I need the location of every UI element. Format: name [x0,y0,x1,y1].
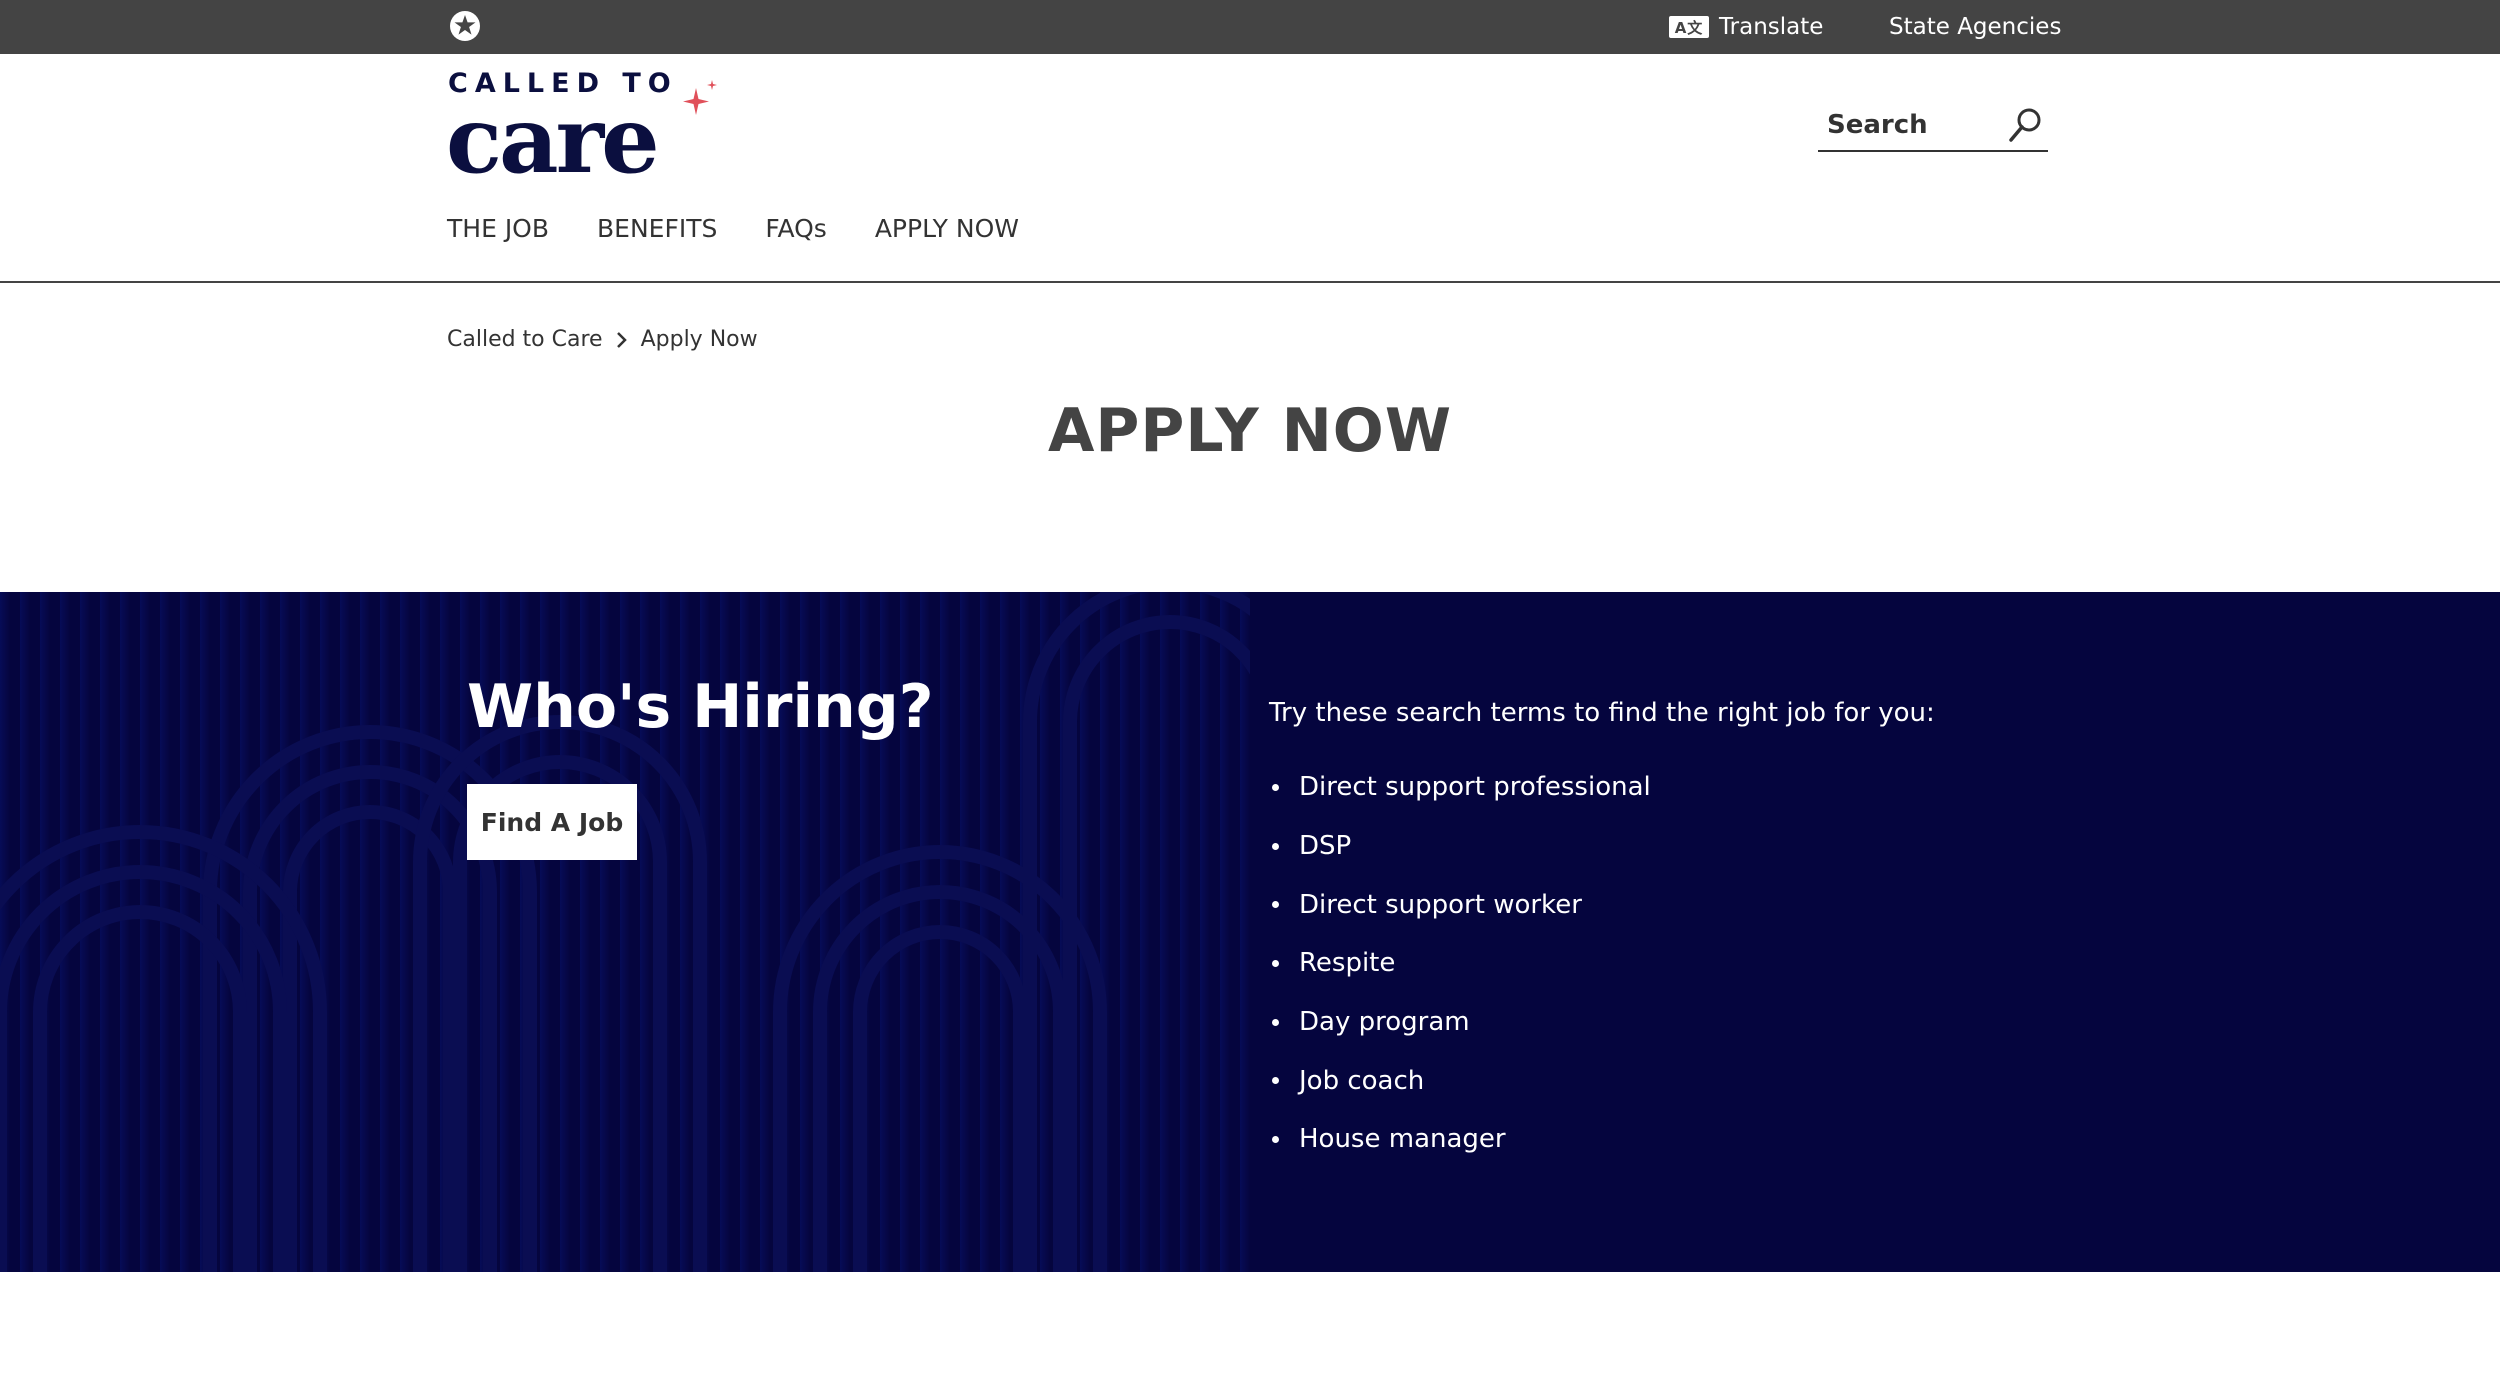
list-item: House manager [1269,1110,1651,1169]
whos-hiring-heading: Who's Hiring? [467,672,934,742]
nav-item-apply-now[interactable]: APPLY NOW [875,214,1019,243]
list-item: DSP [1269,817,1651,876]
find-a-job-button[interactable]: Find A Job [467,784,637,860]
translate-link[interactable]: A文 Translate [1669,9,1823,45]
breadcrumb-current: Apply Now [640,327,758,352]
chevron-right-icon [616,331,627,348]
search-button[interactable] [2002,102,2048,148]
breadcrumb-home-link[interactable]: Called to Care [447,327,603,352]
list-item: Job coach [1269,1051,1651,1110]
search-input[interactable] [1818,110,1997,140]
list-item: Respite [1269,934,1651,993]
main-nav: THE JOB BENEFITS FAQs APPLY NOW [447,214,1019,243]
page-title: APPLY NOW [1047,396,1452,466]
nav-divider [0,281,2500,283]
search-icon [2009,108,2041,142]
nav-item-benefits[interactable]: BENEFITS [597,214,717,243]
state-seal-icon[interactable] [448,9,482,43]
logo-line-2: care [446,86,660,194]
search-box [1818,100,2048,152]
sparkle-icon [683,80,717,115]
translate-label: Translate [1719,14,1824,40]
nav-item-the-job[interactable]: THE JOB [447,214,549,243]
nav-item-faqs[interactable]: FAQs [765,214,826,243]
search-terms-intro: Try these search terms to find the right… [1269,698,1935,728]
state-agencies-link[interactable]: State Agencies [1889,9,2061,45]
whos-hiring-section: Who's Hiring? Find A Job Try these searc… [0,592,2500,1272]
utility-bar: A文 Translate State Agencies [0,0,2500,54]
list-item: Direct support professional [1269,758,1651,817]
breadcrumb: Called to Care Apply Now [447,327,758,352]
search-terms-list: Direct support professional DSP Direct s… [1269,758,1651,1169]
list-item: Direct support worker [1269,875,1651,934]
translate-icon: A文 [1669,16,1709,38]
list-item: Day program [1269,993,1651,1052]
site-logo[interactable]: CALLED TO care [446,68,726,186]
